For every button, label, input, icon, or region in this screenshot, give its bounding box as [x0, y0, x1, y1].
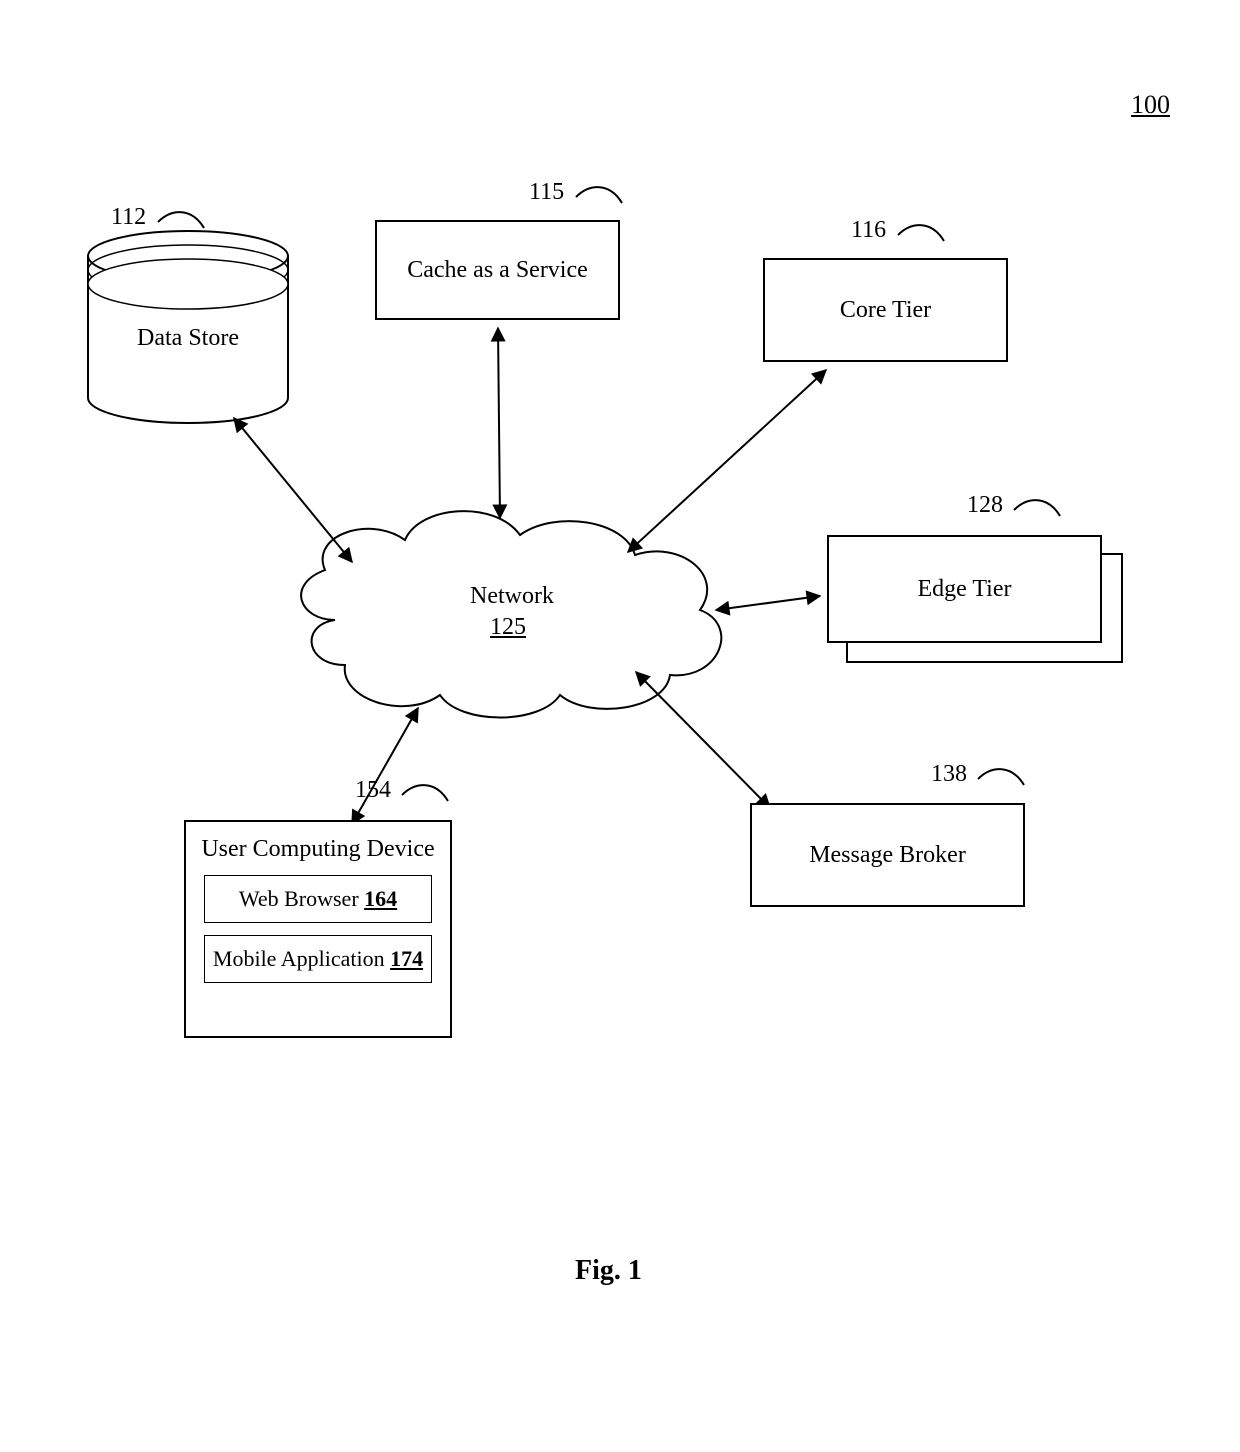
network-ref: 125	[490, 614, 526, 641]
figure-canvas: 100	[0, 0, 1240, 1452]
message-broker-box: Message Broker	[750, 803, 1025, 907]
cache-box: Cache as a Service	[375, 220, 620, 320]
arrow-datastore-network	[234, 418, 352, 562]
ref-112: 112	[111, 204, 146, 231]
core-tier-box: Core Tier	[763, 258, 1008, 362]
edge-tier-box: Edge Tier	[827, 535, 1102, 643]
ref-116: 116	[851, 217, 886, 244]
ref-128: 128	[967, 492, 1003, 519]
leader-128	[1014, 500, 1060, 516]
mobile-app-box: Mobile Application 174	[204, 935, 432, 983]
leader-112	[158, 212, 204, 228]
figure-reference: 100	[1131, 90, 1170, 120]
ref-115: 115	[529, 179, 564, 206]
arrow-cache-network	[498, 328, 500, 518]
mobile-app-label: Mobile Application	[213, 946, 385, 972]
leader-115	[576, 187, 622, 203]
ref-138: 138	[931, 761, 967, 788]
leader-116	[898, 225, 944, 241]
ref-154: 154	[355, 777, 391, 804]
leader-138	[978, 769, 1024, 785]
diagram-svg	[0, 0, 1240, 1452]
figure-caption: Fig. 1	[575, 1255, 642, 1287]
user-device-label: User Computing Device	[201, 836, 434, 863]
web-browser-label: Web Browser	[239, 886, 359, 912]
network-label: Network	[452, 583, 572, 610]
cache-label: Cache as a Service	[407, 257, 588, 284]
arrow-edge-network	[716, 596, 820, 610]
broker-label: Message Broker	[809, 842, 966, 869]
user-device-box: User Computing Device Web Browser 164 Mo…	[184, 820, 452, 1038]
web-browser-box: Web Browser 164	[204, 875, 432, 923]
core-label: Core Tier	[840, 297, 931, 324]
edge-label: Edge Tier	[917, 576, 1011, 603]
leader-154	[402, 785, 448, 801]
arrow-broker-network	[636, 672, 770, 808]
web-browser-ref: 164	[364, 886, 397, 912]
arrow-core-network	[628, 370, 826, 552]
data-store-label: Data Store	[130, 325, 246, 352]
mobile-app-ref: 174	[390, 946, 423, 972]
arrow-user-network	[352, 708, 418, 824]
